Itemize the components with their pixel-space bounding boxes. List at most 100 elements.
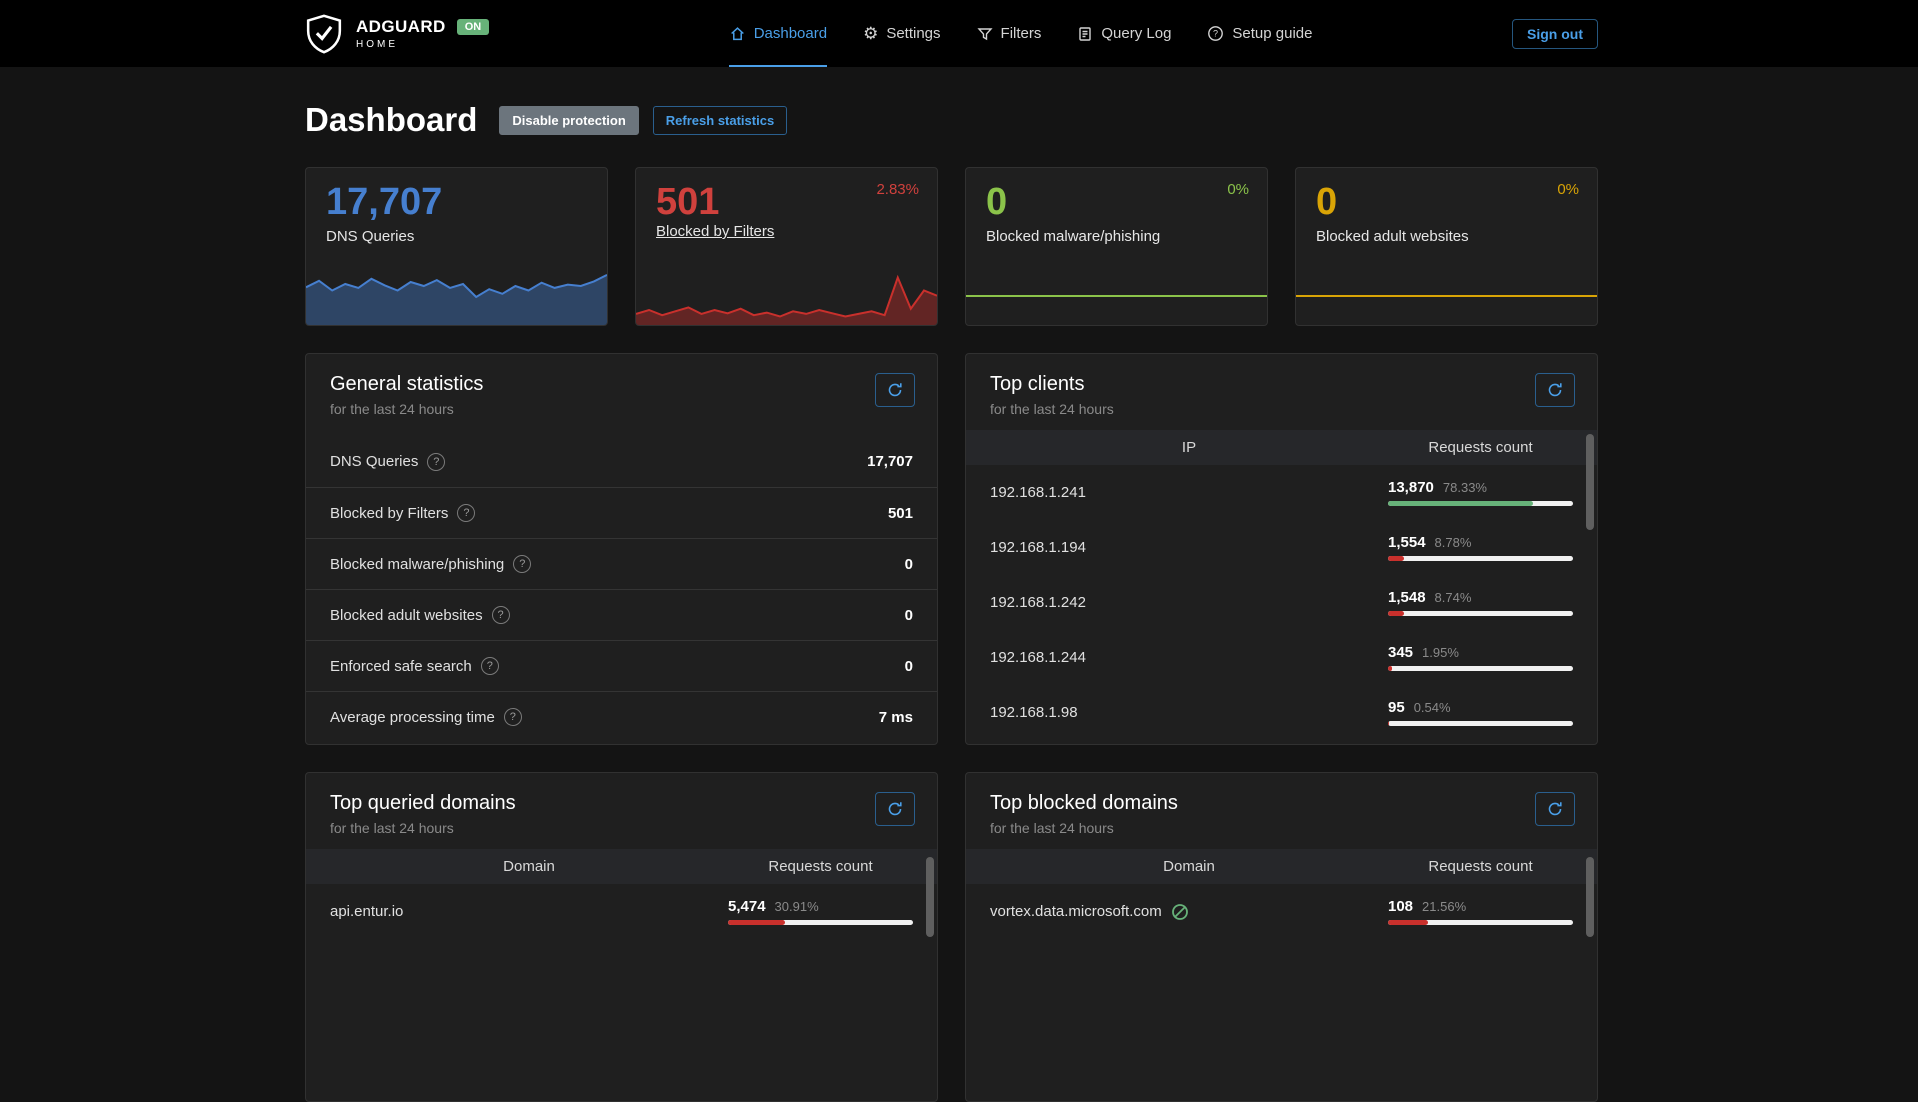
top-blocked-domains-card: Top blocked domains for the last 24 hour… <box>965 772 1598 1102</box>
page-title: Dashboard <box>305 101 477 139</box>
general-statistics-list: DNS Queries? 17,707 Blocked by Filters? … <box>306 436 937 742</box>
disable-protection-button[interactable]: Disable protection <box>499 106 638 135</box>
blocked-filters-sparkline <box>636 250 937 325</box>
refresh-general-statistics-button[interactable] <box>875 373 915 407</box>
client-ip[interactable]: 192.168.1.242 <box>990 594 1086 611</box>
card-subtitle: for the last 24 hours <box>990 401 1114 417</box>
stat-card-dns-queries: 17,707 DNS Queries <box>305 167 608 326</box>
stat-row-processing-time: Average processing time? 7 ms <box>306 691 937 742</box>
blocked-tracker-icon <box>1171 903 1189 921</box>
refresh-icon <box>1547 382 1563 398</box>
top-queried-domains-card: Top queried domains for the last 24 hour… <box>305 772 938 1102</box>
stat-row-value: 0 <box>905 607 913 624</box>
requests-progress-bar <box>1388 920 1573 925</box>
blocked-adult-sparkline <box>1296 250 1597 325</box>
column-header-requests-count: Requests count <box>1388 439 1573 456</box>
stat-row-value: 501 <box>888 505 913 522</box>
nav-item-setup-guide[interactable]: ? Setup guide <box>1207 0 1312 67</box>
refresh-top-clients-button[interactable] <box>1535 373 1575 407</box>
client-ip[interactable]: 192.168.1.241 <box>990 484 1086 501</box>
svg-text:?: ? <box>1213 29 1218 39</box>
requests-count: 1,554 <box>1388 534 1426 551</box>
question-circle-icon: ? <box>1207 25 1224 42</box>
stat-row-label: Blocked by Filters <box>330 505 448 522</box>
nav-item-dashboard[interactable]: Dashboard <box>729 0 827 67</box>
requests-count: 95 <box>1388 699 1405 716</box>
sign-out-button[interactable]: Sign out <box>1512 19 1598 49</box>
queried-domain[interactable]: api.entur.io <box>330 903 403 920</box>
client-row: 192.168.1.241 13,870 78.33% <box>966 465 1597 520</box>
refresh-icon <box>887 382 903 398</box>
card-subtitle: for the last 24 hours <box>330 820 516 836</box>
stat-row-value: 7 ms <box>879 709 913 726</box>
help-icon[interactable]: ? <box>492 606 510 624</box>
requests-percent: 78.33% <box>1443 480 1487 495</box>
stat-row-label: Average processing time <box>330 709 495 726</box>
blocked-adult-percent: 0% <box>1557 181 1579 198</box>
client-ip[interactable]: 192.168.1.244 <box>990 649 1086 666</box>
requests-percent: 8.78% <box>1435 535 1472 550</box>
brand-name: ADGUARD <box>356 17 446 37</box>
stat-row-value: 17,707 <box>867 453 913 470</box>
requests-percent: 30.91% <box>775 899 819 914</box>
requests-progress-bar <box>1388 501 1573 506</box>
refresh-top-queried-button[interactable] <box>875 792 915 826</box>
stat-row-dns-queries: DNS Queries? 17,707 <box>306 436 937 487</box>
help-icon[interactable]: ? <box>513 555 531 573</box>
stat-row-label: Blocked adult websites <box>330 607 483 624</box>
stat-row-blocked-adult: Blocked adult websites? 0 <box>306 589 937 640</box>
client-row: 192.168.1.244 345 1.95% <box>966 630 1597 685</box>
client-row: 192.168.1.194 1,554 8.78% <box>966 520 1597 575</box>
table-header: IP Requests count <box>966 430 1597 465</box>
column-header-domain: Domain <box>990 858 1388 875</box>
requests-count: 345 <box>1388 644 1413 661</box>
requests-percent: 1.95% <box>1422 645 1459 660</box>
card-title: General statistics <box>330 373 483 396</box>
blocked-domain[interactable]: vortex.data.microsoft.com <box>990 903 1162 920</box>
blocked-malware-sparkline <box>966 250 1267 325</box>
refresh-statistics-button[interactable]: Refresh statistics <box>653 106 787 135</box>
help-icon[interactable]: ? <box>481 657 499 675</box>
nav-item-label: Filters <box>1001 25 1042 42</box>
stat-row-blocked-malware: Blocked malware/phishing? 0 <box>306 538 937 589</box>
requests-percent: 8.74% <box>1435 590 1472 605</box>
stat-cards-row: 17,707 DNS Queries 2.83% 501 Blocked by … <box>305 167 1598 326</box>
top-clients-card: Top clients for the last 24 hours IP Req… <box>965 353 1598 745</box>
stat-card-blocked-malware: 0% 0 Blocked malware/phishing <box>965 167 1268 326</box>
nav-item-settings[interactable]: ⚙ Settings <box>863 0 940 67</box>
general-statistics-card: General statistics for the last 24 hours… <box>305 353 938 745</box>
help-icon[interactable]: ? <box>457 504 475 522</box>
client-ip[interactable]: 192.168.1.194 <box>990 539 1086 556</box>
column-header-requests-count: Requests count <box>728 858 913 875</box>
blocked-adult-value: 0 <box>1316 183 1577 223</box>
refresh-icon <box>887 801 903 817</box>
dns-queries-label: DNS Queries <box>326 228 587 245</box>
blocked-adult-label: Blocked adult websites <box>1316 228 1577 245</box>
adguard-home-logo[interactable]: ADGUARD ON HOME <box>305 0 489 67</box>
dns-queries-value: 17,707 <box>326 183 587 223</box>
requests-count: 5,474 <box>728 898 766 915</box>
requests-count: 13,870 <box>1388 479 1434 496</box>
blocked-filters-link[interactable]: Blocked by Filters <box>656 223 774 240</box>
protection-status-badge: ON <box>457 19 490 35</box>
help-icon[interactable]: ? <box>504 708 522 726</box>
refresh-top-blocked-button[interactable] <box>1535 792 1575 826</box>
table-header: Domain Requests count <box>966 849 1597 884</box>
scrollbar-thumb[interactable] <box>1586 857 1594 937</box>
nav-item-query-log[interactable]: Query Log <box>1077 0 1171 67</box>
scrollbar-thumb[interactable] <box>1586 434 1594 530</box>
log-icon <box>1077 26 1093 42</box>
table-header: Domain Requests count <box>306 849 937 884</box>
nav-menu: Dashboard ⚙ Settings Filters Query Log ?… <box>529 0 1512 67</box>
scrollbar-thumb[interactable] <box>926 857 934 937</box>
stat-row-label: Enforced safe search <box>330 658 472 675</box>
card-title: Top blocked domains <box>990 792 1178 815</box>
brand-subtitle: HOME <box>356 39 489 50</box>
funnel-icon <box>977 26 993 42</box>
client-ip[interactable]: 192.168.1.98 <box>990 704 1078 721</box>
blocked-malware-label: Blocked malware/phishing <box>986 228 1247 245</box>
nav-item-label: Settings <box>886 25 940 42</box>
help-icon[interactable]: ? <box>427 453 445 471</box>
nav-item-filters[interactable]: Filters <box>977 0 1042 67</box>
client-row: 192.168.1.98 950.54% <box>966 685 1597 740</box>
